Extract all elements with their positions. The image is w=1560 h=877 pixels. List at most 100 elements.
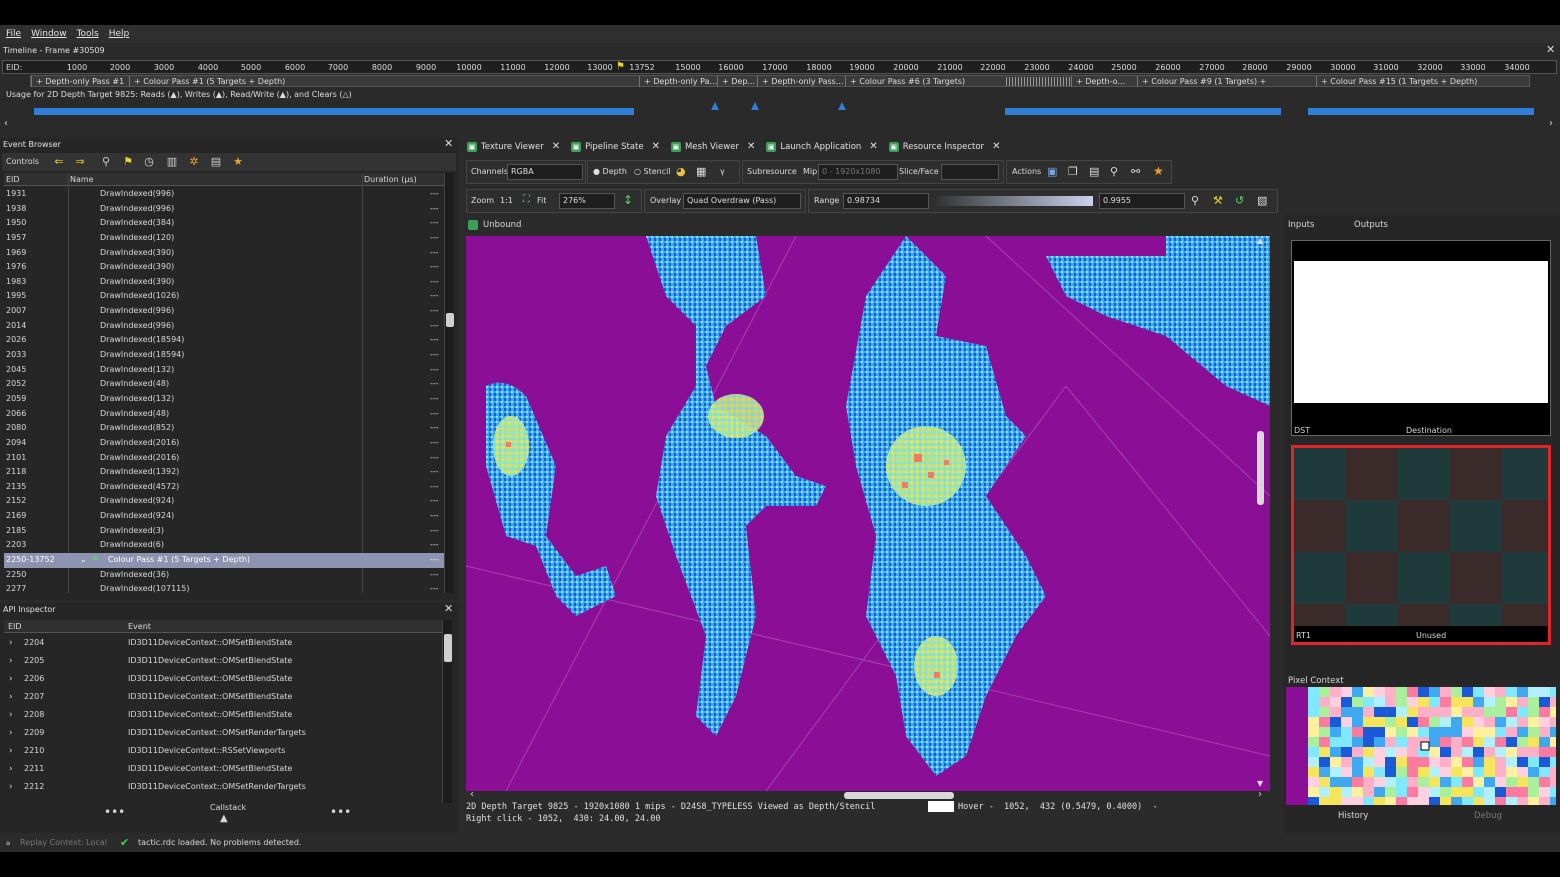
range-min-input[interactable]: 0.98734 [843,193,929,209]
event-row[interactable]: 1983 DrawIndexed(390) --- [4,275,444,290]
bookmark-flag-icon[interactable]: ⚑ [121,155,135,169]
expand-chevron-icon[interactable]: ⌄ [80,553,87,568]
pixel-context-view[interactable] [1286,687,1556,805]
api-row[interactable]: › 2210 ID3D11DeviceContext::RSSetViewports [4,742,442,760]
tab-mesh-viewer[interactable]: ▣ Mesh Viewer ✕ [668,138,759,155]
event-row[interactable]: 1938 DrawIndexed(996) --- [4,202,444,217]
event-row[interactable]: 1957 DrawIndexed(120) --- [4,231,444,246]
expand-chevron-icon[interactable]: › [9,760,13,778]
event-row[interactable]: 2066 DrawIndexed(48) --- [4,407,444,422]
api-inspector-close-icon[interactable]: ✕ [444,602,453,615]
event-row[interactable]: 2185 DrawIndexed(3) --- [4,524,444,539]
event-row[interactable]: 2059 DrawIndexed(132) --- [4,392,444,407]
link-icon[interactable]: ⚯ [1131,165,1140,178]
timeline-ruler[interactable]: EID: 1000 2000 3000 4000 5000 6000 7000 8000 900… [2,60,1557,74]
api-row[interactable]: › 2209 ID3D11DeviceContext::OMSetRenderTar… [4,724,442,742]
timing-clock-icon[interactable]: ◷ [142,155,156,169]
event-row[interactable]: 1969 DrawIndexed(390) --- [4,246,444,261]
close-icon[interactable]: ✕ [869,141,877,152]
event-row[interactable]: 2101 DrawIndexed(2016) --- [4,451,444,466]
event-row[interactable]: 2203 DrawIndexed(6) --- [4,538,444,553]
scroll-thumb[interactable] [444,634,452,662]
find-binoculars-icon[interactable]: ⚲ [1110,165,1118,178]
api-row[interactable]: › 2206 ID3D11DeviceContext::OMSetBlendStat… [4,670,442,688]
favorite-star-icon[interactable]: ★ [1153,164,1164,178]
api-row[interactable]: › 2211 ID3D11DeviceContext::OMSetBlendStat… [4,760,442,778]
scroll-right-icon[interactable]: › [1258,789,1262,800]
thumbnail-destination[interactable]: DST Destination [1291,240,1551,436]
event-browser-close-icon[interactable]: ✕ [444,137,453,150]
event-row[interactable]: 1931 DrawIndexed(996) --- [4,187,444,202]
favorite-star-icon[interactable]: ★ [231,155,245,169]
color-palette-icon[interactable]: ◕ [676,165,686,178]
api-row[interactable]: › 2207 ID3D11DeviceContext::OMSetBlendStat… [4,688,442,706]
expand-chevron-icon[interactable]: › [9,742,13,760]
fit-icon[interactable]: ⛶ [523,194,530,205]
scroll-right-icon[interactable]: › [1549,118,1553,129]
event-row[interactable]: 2026 DrawIndexed(18594) --- [4,333,444,348]
pass-marker[interactable]: + Colour Pass #1 (5 Targets + Depth) [129,76,285,87]
close-icon[interactable]: ✕ [552,141,560,152]
next-icon[interactable]: ⇒ [73,155,87,169]
callstack-label[interactable]: Callstack [210,803,246,812]
expand-chevron-icon[interactable]: › [9,778,13,796]
expand-chevron-icon[interactable]: › [9,652,13,670]
api-row[interactable]: › 2212 ID3D11DeviceContext::OMSetRenderTar… [4,778,442,796]
event-row[interactable]: 2045 DrawIndexed(132) --- [4,363,444,378]
tab-launch-application[interactable]: ▣ Launch Application ✕ [763,138,881,155]
col-duration[interactable]: Duration (µs) [364,175,417,184]
event-row[interactable]: ⌄ ⚑ 2250-13752 Colour Pass #1 (5 Targets + … [4,553,444,568]
api-list-scrollbar[interactable] [442,620,452,803]
expand-chevron-icon[interactable]: › [9,724,13,742]
open-texture-icon[interactable]: ▤ [1089,165,1099,178]
tab-resource-inspector[interactable]: ▣ Resource Inspector ✕ [886,138,1005,155]
quad-overdraw-image[interactable] [466,236,1270,791]
expand-chevron-icon[interactable]: › [9,670,13,688]
fit-button[interactable]: Fit [537,196,546,205]
copy-icon[interactable]: ❐ [1068,165,1078,178]
api-row[interactable]: › 2208 ID3D11DeviceContext::OMSetBlendStat… [4,706,442,724]
event-row[interactable]: 2094 DrawIndexed(2016) --- [4,436,444,451]
more-dots-icon[interactable]: ••• [330,805,351,819]
checkerboard-icon[interactable]: ▦ [696,165,706,178]
close-icon[interactable]: ✕ [747,141,755,152]
tab-outputs[interactable]: Outputs [1354,220,1388,230]
col-event[interactable]: Event [128,622,151,631]
settings-gear-icon[interactable]: ✲ [187,155,201,169]
timeline-close-icon[interactable]: ✕ [1546,43,1555,56]
unbound-tab[interactable]: Unbound [468,220,521,230]
pass-marker[interactable]: + Colour Pass #15 (1 Targets + Depth) [1316,76,1477,87]
event-row[interactable]: 2052 DrawIndexed(48) --- [4,377,444,392]
scroll-thumb[interactable] [1257,431,1264,505]
range-max-input[interactable]: 0.9955 [1099,193,1185,209]
scroll-left-icon[interactable]: ‹ [470,789,474,800]
scroll-down-icon[interactable]: ▼ [1257,779,1263,788]
event-row[interactable]: 2014 DrawIndexed(996) --- [4,319,444,334]
menu-help[interactable]: Help [109,29,130,39]
col-eid[interactable]: EID [6,175,20,184]
event-row[interactable]: 2033 DrawIndexed(18594) --- [4,348,444,363]
expand-up-icon[interactable]: ▲ [220,813,228,824]
timeline-panel[interactable]: EID: 1000 2000 3000 4000 5000 6000 7000 8000 900… [0,58,1560,146]
expand-chevron-icon[interactable]: › [9,688,13,706]
scroll-left-icon[interactable]: ‹ [4,118,8,129]
tab-pipeline-state[interactable]: ▣ Pipeline State ✕ [568,138,664,155]
autofit-wand-icon[interactable]: ⚒ [1213,194,1223,207]
history-button[interactable]: History [1338,811,1368,821]
find-binoculars-icon[interactable]: ⚲ [99,155,113,169]
tab-texture-viewer[interactable]: ▣ Texture Viewer ✕ [464,138,564,155]
channels-select[interactable]: RGBA [507,164,583,180]
range-histogram-slider[interactable] [937,196,1093,206]
pass-marker[interactable]: + Depth-only Pass #1 [31,76,124,87]
event-row[interactable]: 1995 DrawIndexed(1026) --- [4,289,444,304]
close-icon[interactable]: ✕ [992,141,1000,152]
stats-chart-icon[interactable]: ▥ [165,155,179,169]
slice-face-select[interactable] [941,164,999,180]
expand-chevron-icon[interactable]: › [9,634,13,652]
pass-marker[interactable]: + Depth-only Pass... [757,76,843,87]
menu-tools[interactable]: Tools [77,29,99,39]
scroll-thumb[interactable] [844,792,954,799]
more-dots-icon[interactable]: ••• [104,805,125,819]
pass-marker[interactable]: + Depth-o... [1071,76,1125,87]
stencil-radio[interactable]: ○ Stencil [634,167,671,176]
